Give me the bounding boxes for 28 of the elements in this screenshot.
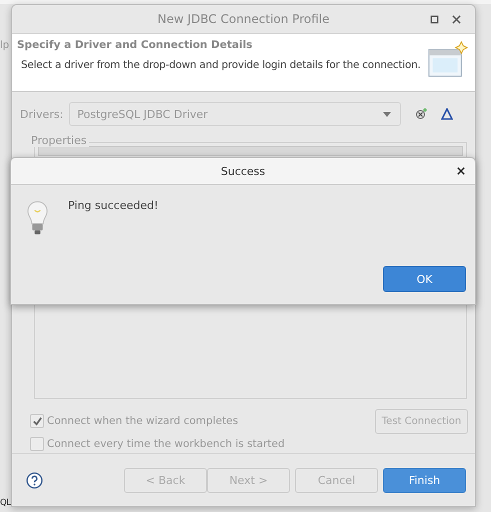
page-heading: Specify a Driver and Connection Details: [17, 39, 254, 51]
group-label: Properties: [31, 134, 89, 147]
light-bulb-icon: [27, 200, 48, 236]
wizard-button[interactable]: < Back: [124, 468, 207, 492]
wizard-button[interactable]: Next >: [207, 468, 290, 492]
checkbox[interactable]: [30, 437, 44, 451]
wizard-button[interactable]: Cancel: [295, 468, 378, 492]
new-driver-icon[interactable]: [415, 108, 428, 120]
ok-button[interactable]: OK: [383, 266, 466, 292]
caret-icon: [383, 112, 392, 116]
dialog-title: Success: [220, 164, 266, 178]
maximize-icon[interactable]: [430, 15, 439, 24]
close-icon[interactable]: [452, 15, 461, 24]
drivers-dropdown[interactable]: PostgreSQL JDBC Driver: [69, 102, 402, 126]
tab-label[interactable]: QL: [0, 498, 10, 508]
message-text: Ping succeeded!: [68, 199, 158, 212]
close-icon[interactable]: [457, 167, 465, 175]
test-connection-button[interactable]: Test Connection: [375, 409, 468, 434]
checkbox[interactable]: [30, 414, 44, 428]
window-title: New JDBC Connection Profile: [157, 12, 330, 26]
menu-item[interactable]: lp: [0, 40, 10, 51]
checkbox-label[interactable]: Connect every time the workbench is started: [47, 438, 285, 450]
drivers-label: Drivers:: [20, 108, 64, 120]
help-icon[interactable]: [26, 472, 43, 488]
checkbox-label[interactable]: Connect when the wizard completes: [47, 415, 238, 427]
triangle-icon[interactable]: [441, 108, 454, 120]
primary-button[interactable]: Finish: [383, 468, 466, 492]
page-description: Select a driver from the drop-down and provide login details for the connection.: [21, 59, 422, 71]
